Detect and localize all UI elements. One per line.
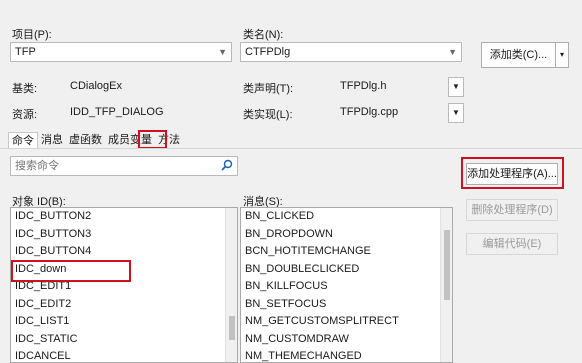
- chevron-down-icon: ▼: [218, 47, 227, 57]
- list-item[interactable]: BN_KILLFOCUS: [241, 278, 452, 296]
- list-item[interactable]: IDC_BUTTON4: [11, 243, 237, 261]
- tab-strip: 命令 消息 虚函数 成员变量 方法: [8, 132, 183, 148]
- tab-virtual-functions[interactable]: 虚函数: [66, 132, 105, 148]
- classname-combo[interactable]: CTFPDlg ▼: [240, 42, 462, 62]
- messages-scrollbar[interactable]: [440, 208, 452, 362]
- class-implementation-label: 类实现(L):: [243, 109, 293, 121]
- list-item[interactable]: BN_DROPDOWN: [241, 226, 452, 244]
- base-class-field: CDialogEx: [66, 76, 232, 96]
- class-declaration-label: 类声明(T):: [243, 83, 294, 95]
- class-implementation-field: TFPDlg.cpp: [336, 102, 442, 122]
- search-input[interactable]: [11, 157, 211, 175]
- scrollbar-thumb[interactable]: [444, 230, 450, 300]
- search-box[interactable]: [10, 156, 238, 176]
- chevron-down-icon: ▼: [452, 82, 460, 91]
- chevron-down-icon: ▼: [448, 47, 457, 57]
- tab-divider: [0, 148, 582, 149]
- list-item[interactable]: NM_THEMECHANGED: [241, 348, 452, 362]
- class-declaration-dropdown[interactable]: ▼: [448, 77, 464, 97]
- class-implementation-dropdown[interactable]: ▼: [448, 103, 464, 123]
- scrollbar-thumb[interactable]: [229, 316, 235, 340]
- messages-listbox[interactable]: BN_CLICKED BN_DROPDOWN BCN_HOTITEMCHANGE…: [240, 207, 453, 363]
- delete-handler-button[interactable]: 删除处理程序(D): [466, 199, 558, 221]
- tab-methods[interactable]: 方法: [155, 132, 183, 148]
- classname-value: CTFPDlg: [245, 46, 291, 58]
- resource-label: 资源:: [12, 109, 38, 121]
- tab-messages[interactable]: 消息: [38, 132, 66, 148]
- tab-commands[interactable]: 命令: [8, 132, 38, 148]
- object-id-scrollbar[interactable]: [225, 208, 237, 362]
- class-declaration-field: TFPDlg.h: [336, 76, 442, 96]
- list-item[interactable]: BN_SETFOCUS: [241, 296, 452, 314]
- list-item[interactable]: IDC_STATIC: [11, 331, 237, 349]
- list-item[interactable]: BN_DOUBLECLICKED: [241, 261, 452, 279]
- list-item[interactable]: IDC_BUTTON3: [11, 226, 237, 244]
- chevron-down-icon: ▼: [452, 108, 460, 117]
- list-item[interactable]: IDC_LIST1: [11, 313, 237, 331]
- project-label: 项目(P):: [12, 29, 52, 41]
- object-id-listbox[interactable]: IDC_BUTTON2 IDC_BUTTON3 IDC_BUTTON4 IDC_…: [10, 207, 238, 363]
- resource-field: IDD_TFP_DIALOG: [66, 102, 232, 122]
- add-class-dropdown-button[interactable]: ▾: [555, 42, 569, 68]
- project-combo[interactable]: TFP ▼: [10, 42, 232, 62]
- base-class-label: 基类:: [12, 83, 38, 95]
- project-value: TFP: [15, 46, 36, 58]
- list-item[interactable]: BN_CLICKED: [241, 208, 452, 226]
- classname-label: 类名(N):: [243, 29, 284, 41]
- list-item[interactable]: BCN_HOTITEMCHANGE: [241, 243, 452, 261]
- edit-code-button[interactable]: 编辑代码(E): [466, 233, 558, 255]
- list-item[interactable]: NM_GETCUSTOMSPLITRECT: [241, 313, 452, 331]
- tab-member-variables[interactable]: 成员变量: [105, 132, 155, 148]
- list-item[interactable]: IDC_EDIT2: [11, 296, 237, 314]
- list-item[interactable]: NM_CUSTOMDRAW: [241, 331, 452, 349]
- search-icon[interactable]: [221, 159, 233, 174]
- list-item[interactable]: IDC_BUTTON2: [11, 208, 237, 226]
- list-item[interactable]: IDC_EDIT1: [11, 278, 237, 296]
- list-item[interactable]: IDC_down: [11, 261, 237, 279]
- list-item[interactable]: IDCANCEL: [11, 348, 237, 362]
- add-handler-button[interactable]: 添加处理程序(A)...: [466, 163, 558, 185]
- add-class-button[interactable]: 添加类(C)...: [481, 42, 556, 68]
